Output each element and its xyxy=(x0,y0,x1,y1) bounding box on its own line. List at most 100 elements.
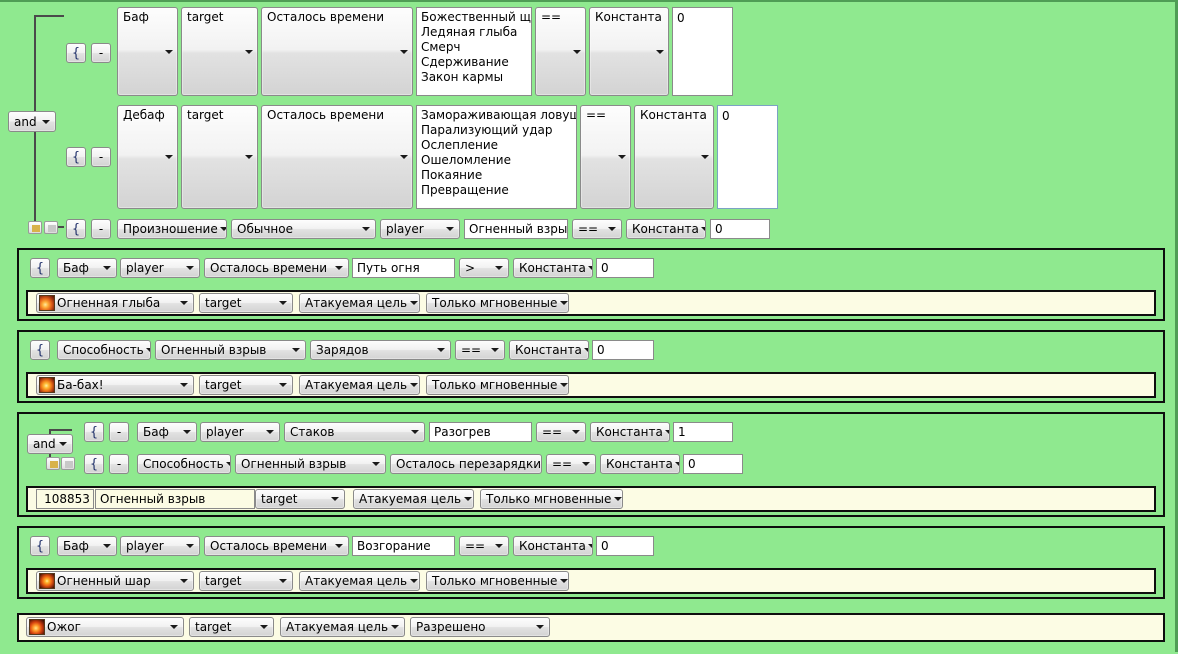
list-item[interactable]: Замораживающая ловушка xyxy=(421,108,576,123)
tree-add-button-2[interactable] xyxy=(61,457,75,470)
remove-condition-button-b3c2[interactable]: - xyxy=(109,454,129,474)
b4-action-target-select[interactable]: Атакуемая цель xyxy=(299,571,420,591)
open-brace-button-b3c2[interactable]: { xyxy=(84,454,104,474)
cast-spell-input[interactable]: Огненный взрыв xyxy=(464,219,568,239)
b3c2-spell-select[interactable]: Огненный взрыв xyxy=(235,454,386,474)
b4-condition-unit-select[interactable]: player xyxy=(120,536,200,556)
condition-aura-listbox-r2[interactable]: Замораживающая ловушка Парализующий удар… xyxy=(416,105,577,209)
b1-condition-value-input[interactable]: 0 xyxy=(596,258,654,278)
b4-action-spell-select[interactable]: Огненный шар xyxy=(36,571,194,591)
b4-condition-property-select[interactable]: Осталось времени xyxy=(204,536,349,556)
b1-condition-name-input[interactable]: Путь огня xyxy=(352,258,455,278)
cast-unit-select[interactable]: player xyxy=(380,219,460,239)
list-item[interactable]: Парализующий удар xyxy=(421,123,576,138)
b1-condition-unit-select[interactable]: player xyxy=(120,258,200,278)
b4-condition-value-input[interactable]: 0 xyxy=(596,536,654,556)
b2-condition-value-input[interactable]: 0 xyxy=(592,340,654,360)
b1-condition-property-select[interactable]: Осталось времени xyxy=(204,258,349,278)
open-brace-button-b3c1[interactable]: { xyxy=(84,422,104,442)
b1-action-unit-select[interactable]: target xyxy=(199,293,293,313)
remove-condition-button-r3[interactable]: - xyxy=(91,219,111,239)
b3c1-property-select[interactable]: Стаков xyxy=(284,422,425,442)
b3-action-target-select[interactable]: Атакуемая цель xyxy=(353,489,474,509)
condition-property-select-r1[interactable]: Осталось времени xyxy=(261,7,413,96)
open-brace-button-r2[interactable]: { xyxy=(66,147,86,167)
b3c1-name-input[interactable]: Разогрев xyxy=(429,422,532,442)
cast-value-input[interactable]: 0 xyxy=(710,219,770,239)
condition-value-input-r2[interactable]: 0 xyxy=(717,105,778,209)
b1-action-mode-select[interactable]: Только мгновенные xyxy=(426,293,569,313)
b3c2-property-select[interactable]: Осталось перезарядки xyxy=(390,454,542,474)
list-item[interactable]: Смерч xyxy=(421,40,531,55)
logic-operator-and-1[interactable]: and xyxy=(8,111,56,132)
b1-condition-source-select[interactable]: Константа xyxy=(513,258,593,278)
final-action-mode-select[interactable]: Разрешено xyxy=(410,617,550,637)
open-brace-button-r3[interactable]: { xyxy=(66,219,86,239)
remove-condition-button-r2[interactable]: - xyxy=(91,147,111,167)
open-brace-button-b2[interactable]: { xyxy=(30,340,50,360)
condition-unit-select-r2[interactable]: target xyxy=(181,105,258,209)
b2-action-target-select[interactable]: Атакуемая цель xyxy=(299,375,420,395)
remove-condition-button-r1[interactable]: - xyxy=(91,43,111,63)
b3c1-unit-select[interactable]: player xyxy=(200,422,280,442)
b3c2-source-select[interactable]: Константа xyxy=(600,454,680,474)
condition-source-select-r1[interactable]: Константа xyxy=(589,7,669,96)
b4-condition-operator-select[interactable]: == xyxy=(459,536,509,556)
b2-condition-spell-select[interactable]: Огненный взрыв xyxy=(155,340,306,360)
final-action-target-select[interactable]: Атакуемая цель xyxy=(280,617,405,637)
b3-action-unit-select[interactable]: target xyxy=(255,489,345,509)
b2-condition-source-select[interactable]: Константа xyxy=(509,340,589,360)
b3c1-value-input[interactable]: 1 xyxy=(673,422,733,442)
condition-property-select-r2[interactable]: Осталось времени xyxy=(261,105,413,209)
b3-action-id-input[interactable]: 108853 xyxy=(36,489,94,509)
condition-source-select-r2[interactable]: Константа xyxy=(634,105,714,209)
list-item[interactable]: Ослепление xyxy=(421,138,576,153)
final-action-unit-select[interactable]: target xyxy=(189,617,274,637)
condition-aura-listbox-r1[interactable]: Божественный щит Ледяная глыба Смерч Сде… xyxy=(416,7,532,96)
b4-action-mode-select[interactable]: Только мгновенные xyxy=(426,571,569,591)
b4-condition-type-select[interactable]: Баф xyxy=(57,536,117,556)
b3-action-spell-input[interactable]: Огненный взрыв xyxy=(95,489,255,509)
b4-condition-name-input[interactable]: Возгорание xyxy=(352,536,455,556)
b3-action-mode-select[interactable]: Только мгновенные xyxy=(480,489,623,509)
cast-source-select[interactable]: Константа xyxy=(626,219,706,239)
b3c2-operator-select[interactable]: == xyxy=(546,454,596,474)
condition-operator-select-r2[interactable]: == xyxy=(580,105,631,209)
b3c1-operator-select[interactable]: == xyxy=(536,422,586,442)
list-item[interactable]: Ледяная глыба xyxy=(421,25,531,40)
condition-type-select-r1[interactable]: Баф xyxy=(117,7,178,96)
b3c1-source-select[interactable]: Константа xyxy=(590,422,670,442)
open-brace-button-b4[interactable]: { xyxy=(30,536,50,556)
condition-unit-select-r1[interactable]: target xyxy=(181,7,258,96)
tree-collapse-button-1[interactable] xyxy=(28,221,42,234)
b1-action-target-select[interactable]: Атакуемая цель xyxy=(299,293,420,313)
logic-operator-and-2[interactable]: and xyxy=(27,434,73,454)
cast-type-select[interactable]: Произношение xyxy=(117,219,227,239)
list-item[interactable]: Покаяние xyxy=(421,168,576,183)
list-item[interactable]: Закон кармы xyxy=(421,70,531,85)
open-brace-button-b1[interactable]: { xyxy=(30,258,50,278)
b2-action-mode-select[interactable]: Только мгновенные xyxy=(426,375,569,395)
b2-condition-type-select[interactable]: Способность xyxy=(57,340,151,360)
remove-condition-button-b3c1[interactable]: - xyxy=(109,422,129,442)
b3c2-value-input[interactable]: 0 xyxy=(683,454,743,474)
tree-add-button-1[interactable] xyxy=(44,221,58,234)
condition-value-input-r1[interactable]: 0 xyxy=(672,7,733,96)
condition-operator-select-r1[interactable]: == xyxy=(535,7,586,96)
b1-action-spell-select[interactable]: Огненная глыба xyxy=(36,293,194,313)
b3c2-type-select[interactable]: Способность xyxy=(137,454,231,474)
list-item[interactable]: Превращение xyxy=(421,183,576,198)
list-item[interactable]: Сдерживание xyxy=(421,55,531,70)
cast-operator-select[interactable]: == xyxy=(572,219,622,239)
condition-type-select-r2[interactable]: Дебаф xyxy=(117,105,178,209)
final-action-spell-select[interactable]: Ожог xyxy=(26,617,184,637)
tree-collapse-button-2[interactable] xyxy=(46,457,60,470)
b2-condition-operator-select[interactable]: == xyxy=(455,340,505,360)
open-brace-button-r1[interactable]: { xyxy=(66,43,86,63)
b2-action-unit-select[interactable]: target xyxy=(199,375,293,395)
cast-mode-select[interactable]: Обычное xyxy=(231,219,376,239)
b1-condition-type-select[interactable]: Баф xyxy=(57,258,117,278)
b4-action-unit-select[interactable]: target xyxy=(199,571,293,591)
list-item[interactable]: Ошеломление xyxy=(421,153,576,168)
b1-condition-operator-select[interactable]: > xyxy=(459,258,509,278)
